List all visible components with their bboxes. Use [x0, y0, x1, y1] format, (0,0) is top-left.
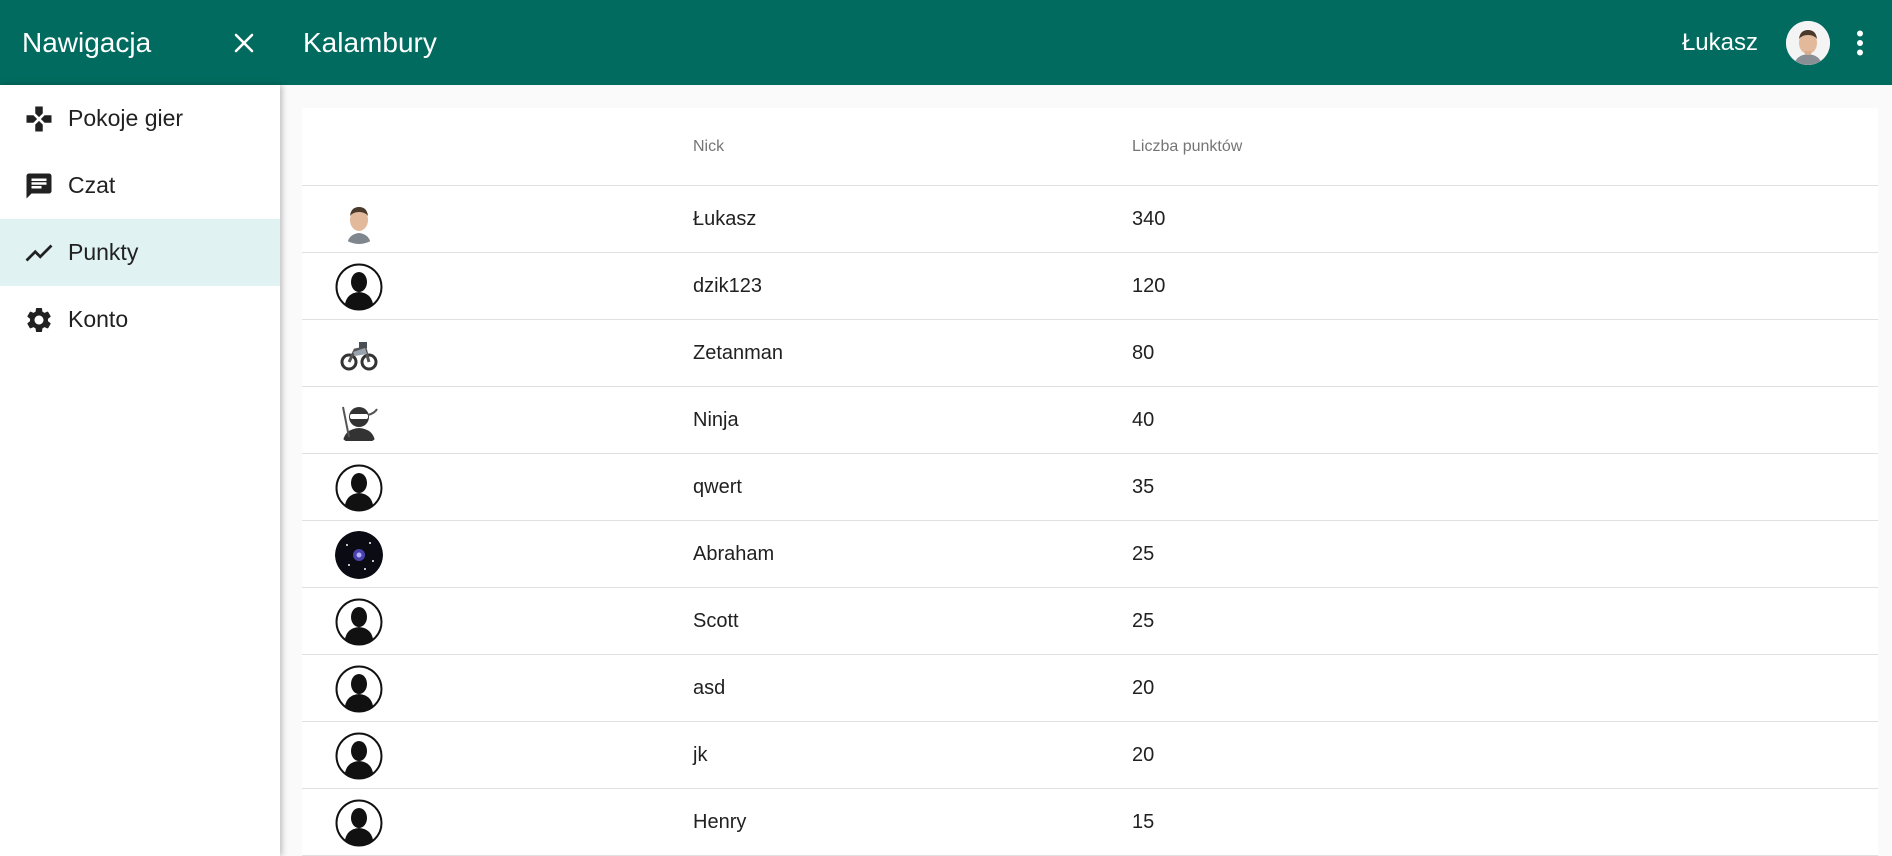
table-row[interactable]: Scott 25 [302, 588, 1878, 655]
table-row[interactable]: Ninja 40 [302, 387, 1878, 454]
nick-cell: asd [693, 676, 726, 699]
close-icon [234, 33, 254, 52]
nav-item-punkty[interactable]: Punkty [0, 219, 280, 286]
column-header-points[interactable]: Liczba punktów [1132, 138, 1242, 156]
more-vert-icon [1857, 30, 1863, 55]
ninja-icon [335, 397, 383, 445]
nav-item-konto[interactable]: Konto [0, 286, 280, 353]
nav-item-pokoje-gier[interactable]: Pokoje gier [0, 85, 280, 152]
user-area: Łukasz [1682, 0, 1892, 85]
points-cell: 25 [1132, 542, 1155, 565]
user-silhouette-icon [335, 598, 383, 646]
table-row[interactable]: Łukasz 340 [302, 186, 1878, 253]
face-photo-icon [1786, 20, 1830, 65]
table-row[interactable]: jk 20 [302, 722, 1878, 789]
nick-cell: Abraham [693, 542, 775, 565]
main-content: Nick Liczba punktów Łukasz 340 dzik123 1… [280, 85, 1892, 856]
app-root: Nawigacja Kalambury Łukasz Pokoje gier C… [0, 0, 1892, 856]
nick-cell: qwert [693, 475, 742, 498]
user-silhouette-icon [335, 263, 383, 311]
user-silhouette-icon [335, 799, 383, 847]
avatar [335, 330, 383, 378]
nick-cell: Łukasz [693, 207, 757, 230]
trending-up-icon [24, 238, 54, 268]
avatar [335, 598, 383, 646]
nick-cell: jk [693, 743, 708, 766]
face-photo-icon [335, 196, 383, 244]
motorcycle-icon [335, 330, 383, 378]
app-title: Kalambury [303, 26, 437, 58]
column-header-nick[interactable]: Nick [693, 138, 724, 156]
nav-label-punkty: Punkty [68, 239, 139, 265]
table-row[interactable]: Abraham 25 [302, 521, 1878, 588]
user-silhouette-icon [335, 732, 383, 780]
user-silhouette-icon [335, 665, 383, 713]
user-name[interactable]: Łukasz [1682, 29, 1758, 57]
gear-icon [24, 305, 54, 335]
top-app-bar: Nawigacja Kalambury Łukasz [0, 0, 1892, 85]
table-row[interactable]: asd 20 [302, 655, 1878, 722]
points-cell: 80 [1132, 341, 1155, 364]
table-row[interactable]: dzik123 120 [302, 253, 1878, 320]
table-row[interactable]: Henry 15 [302, 789, 1878, 856]
navigation-drawer: Pokoje gier Czat Punkty Konto [0, 85, 280, 856]
nick-cell: dzik123 [693, 274, 762, 297]
drawer-header: Nawigacja [0, 0, 280, 85]
nick-cell: Zetanman [693, 341, 784, 364]
avatar [335, 665, 383, 713]
user-silhouette-icon [335, 464, 383, 512]
table-row[interactable]: Zetanman 80 [302, 320, 1878, 387]
more-menu-button[interactable] [1846, 21, 1874, 65]
avatar [335, 531, 383, 579]
avatar [335, 397, 383, 445]
nav-label-czat: Czat [68, 172, 116, 198]
nav-item-czat[interactable]: Czat [0, 152, 280, 219]
chat-icon [24, 171, 54, 201]
close-drawer-button[interactable] [224, 23, 264, 63]
points-cell: 20 [1132, 676, 1155, 699]
points-cell: 25 [1132, 609, 1155, 632]
avatar [335, 263, 383, 311]
avatar [335, 732, 383, 780]
points-table: Nick Liczba punktów Łukasz 340 dzik123 1… [302, 108, 1878, 856]
points-cell: 340 [1132, 207, 1166, 230]
avatar [335, 799, 383, 847]
points-cell: 35 [1132, 475, 1155, 498]
drawer-title: Nawigacja [22, 26, 152, 58]
nav-label-konto: Konto [68, 306, 129, 332]
nick-cell: Henry [693, 810, 747, 833]
points-cell: 40 [1132, 408, 1155, 431]
avatar [335, 196, 383, 244]
table-row[interactable]: qwert 35 [302, 454, 1878, 521]
avatar [335, 464, 383, 512]
nick-cell: Ninja [693, 408, 739, 431]
table-header: Nick Liczba punktów [302, 108, 1878, 186]
nick-cell: Scott [693, 609, 739, 632]
points-cell: 15 [1132, 810, 1155, 833]
nav-label-pokoje-gier: Pokoje gier [68, 105, 184, 131]
gamepad-icon [24, 104, 54, 134]
points-cell: 120 [1132, 274, 1166, 297]
points-cell: 20 [1132, 743, 1155, 766]
galaxy-icon [335, 531, 383, 579]
user-avatar[interactable] [1786, 20, 1830, 65]
